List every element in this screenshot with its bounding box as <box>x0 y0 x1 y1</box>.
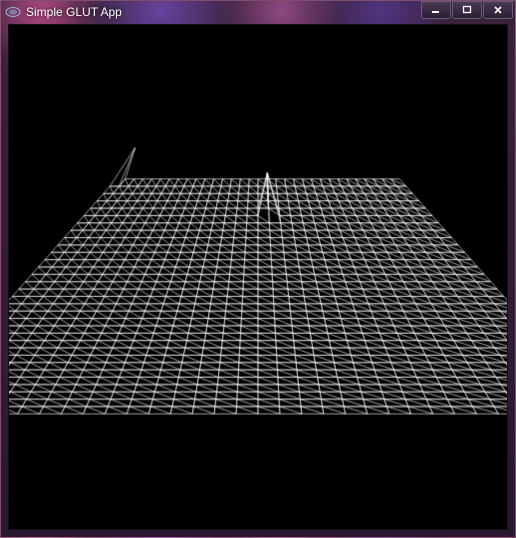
opengl-icon <box>5 5 21 19</box>
maximize-button[interactable] <box>452 1 482 19</box>
close-button[interactable] <box>483 1 513 19</box>
window-title: Simple GLUT App <box>26 5 122 19</box>
wireframe-terrain-canvas <box>9 25 507 529</box>
opengl-viewport <box>8 24 508 530</box>
application-window: Simple GLUT App <box>0 0 516 538</box>
minimize-button[interactable] <box>421 1 451 19</box>
title-bar[interactable]: Simple GLUT App <box>1 1 515 23</box>
window-controls <box>420 1 513 19</box>
